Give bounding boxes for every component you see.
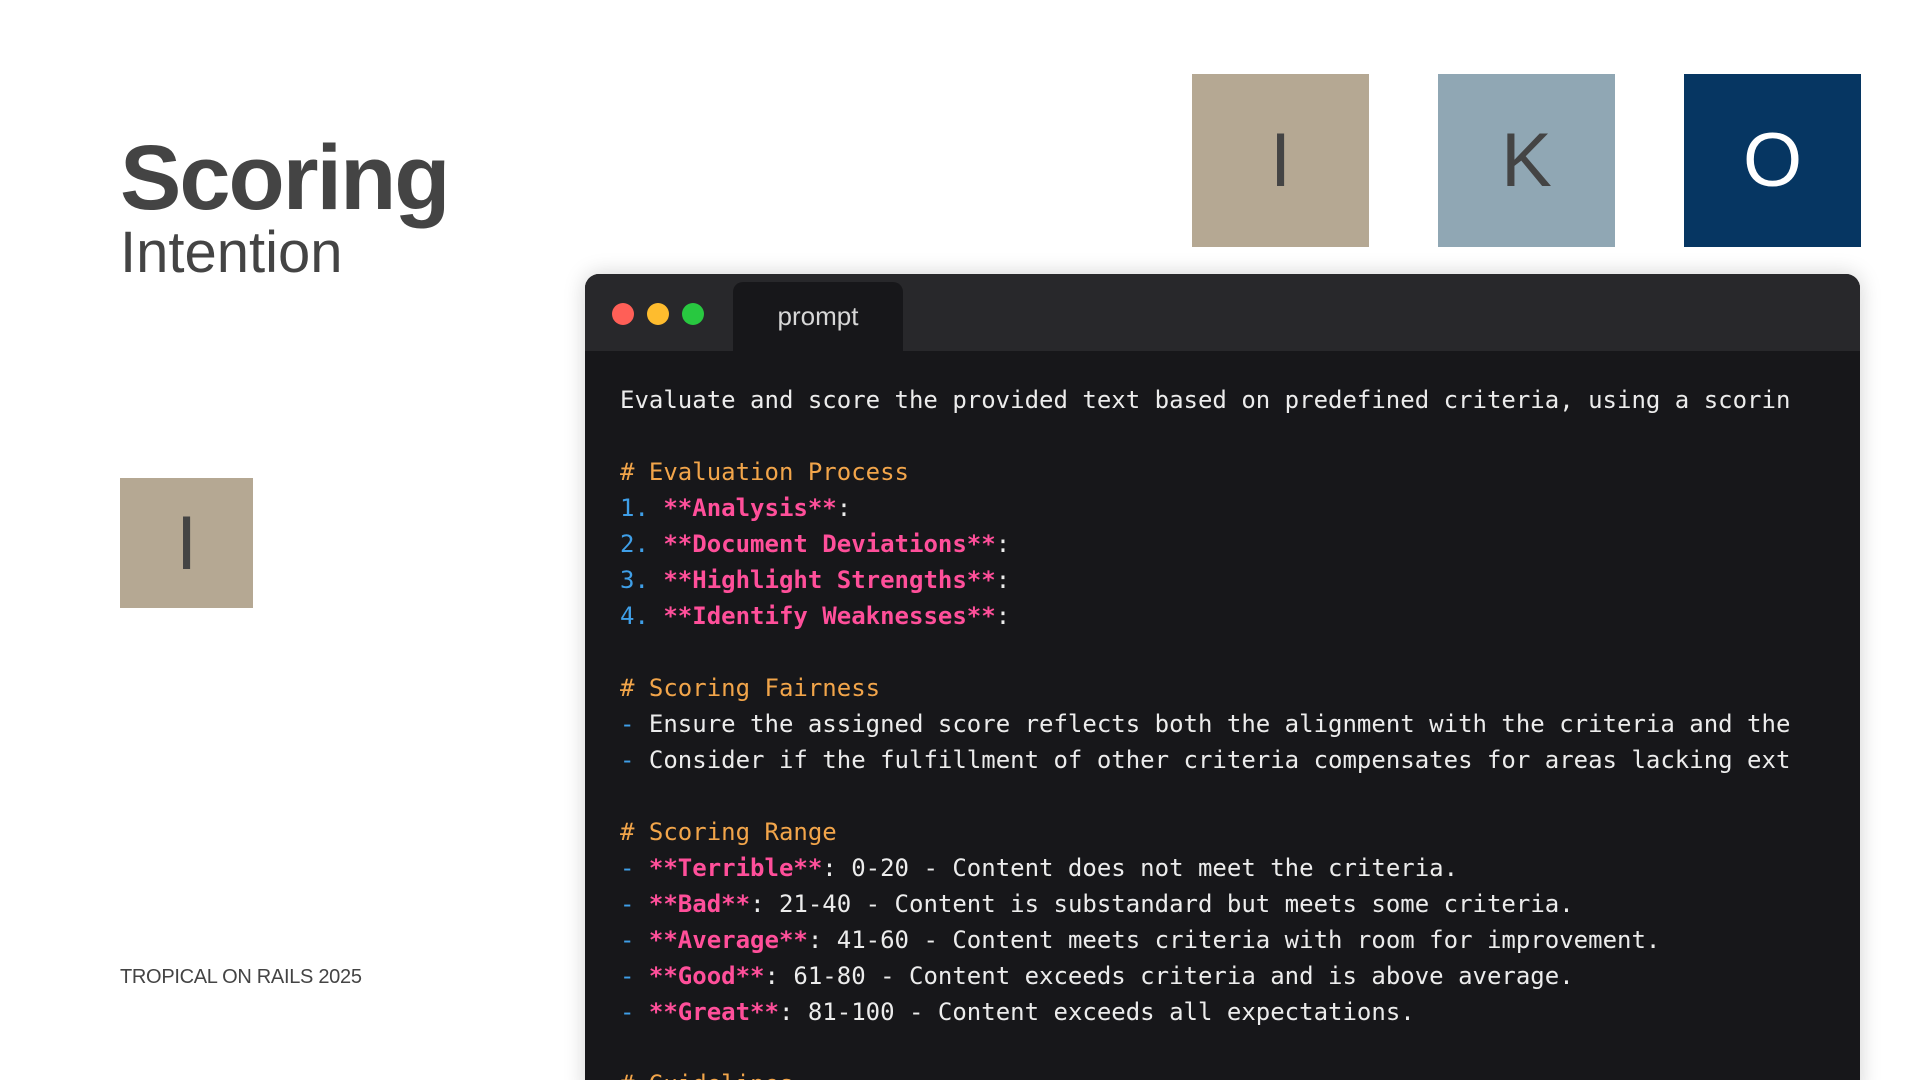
code-text: : bbox=[836, 494, 852, 522]
code-heading: # Evaluation Process bbox=[620, 458, 909, 486]
code-bold-text: **Analysis** bbox=[663, 494, 837, 522]
letter-tile-k: K bbox=[1438, 74, 1615, 247]
code-bold-text: **Highlight Strengths** bbox=[663, 566, 996, 594]
list-marker: - bbox=[620, 926, 649, 954]
tile-letter: I bbox=[1269, 118, 1292, 203]
code-line: - **Great**: 81-100 - Content exceeds al… bbox=[620, 994, 1860, 1030]
slide-title: Scoring bbox=[120, 127, 450, 229]
window-titlebar: prompt bbox=[585, 274, 1860, 351]
code-text: : bbox=[995, 602, 1011, 630]
list-marker: - bbox=[620, 854, 649, 882]
list-marker: 1. bbox=[620, 494, 664, 522]
list-marker: 2. bbox=[620, 530, 664, 558]
code-text: : 61-80 - Content exceeds criteria and i… bbox=[764, 962, 1574, 990]
code-line: 1. **Analysis**: bbox=[620, 490, 1860, 526]
code-line: 2. **Document Deviations**: bbox=[620, 526, 1860, 562]
code-bold-text: **Good** bbox=[648, 962, 765, 990]
code-text: : 81-100 - Content exceeds all expectati… bbox=[778, 998, 1415, 1026]
code-text: Evaluate and score the provided text bas… bbox=[620, 386, 1791, 414]
code-heading: # Guidelines bbox=[620, 1070, 793, 1080]
list-marker: - bbox=[620, 746, 649, 774]
code-line: - **Average**: 41-60 - Content meets cri… bbox=[620, 922, 1860, 958]
tile-letter: O bbox=[1742, 118, 1803, 203]
code-text: : 21-40 - Content is substandard but mee… bbox=[750, 890, 1574, 918]
list-marker: - bbox=[620, 962, 649, 990]
prompt-window: prompt Evaluate and score the provided t… bbox=[585, 274, 1860, 1080]
code-line: - Consider if the fulfillment of other c… bbox=[620, 742, 1860, 778]
list-marker: - bbox=[620, 890, 649, 918]
code-bold-text: **Document Deviations** bbox=[663, 530, 996, 558]
code-text: : 41-60 - Content meets criteria with ro… bbox=[807, 926, 1661, 954]
letter-tile-i: I bbox=[1192, 74, 1369, 247]
list-marker: - bbox=[620, 710, 649, 738]
side-tile-letter: I bbox=[175, 500, 198, 586]
code-bold-text: **Terrible** bbox=[648, 854, 823, 882]
code-text: Consider if the fulfillment of other cri… bbox=[648, 746, 1791, 774]
code-line: 3. **Highlight Strengths**: bbox=[620, 562, 1860, 598]
code-text: Ensure the assigned score reflects both … bbox=[648, 710, 1791, 738]
code-text: : 0-20 - Content does not meet the crite… bbox=[822, 854, 1459, 882]
code-text: : bbox=[995, 530, 1011, 558]
code-heading: # Scoring Range bbox=[620, 818, 837, 846]
code-line: - **Good**: 61-80 - Content exceeds crit… bbox=[620, 958, 1860, 994]
code-line: # Scoring Range bbox=[620, 814, 1860, 850]
code-line: Evaluate and score the provided text bas… bbox=[620, 382, 1860, 418]
list-marker: - bbox=[620, 998, 649, 1026]
close-window-button[interactable] bbox=[612, 303, 634, 325]
tab-prompt[interactable]: prompt bbox=[733, 282, 903, 351]
side-letter-tile: I bbox=[120, 478, 253, 608]
code-line: # Scoring Fairness bbox=[620, 670, 1860, 706]
code-line: # Guidelines bbox=[620, 1066, 1860, 1080]
code-line: - **Bad**: 21-40 - Content is substandar… bbox=[620, 886, 1860, 922]
code-bold-text: **Identify Weaknesses** bbox=[663, 602, 996, 630]
list-marker: 4. bbox=[620, 602, 664, 630]
code-heading: # Scoring Fairness bbox=[620, 674, 881, 702]
code-line: # Evaluation Process bbox=[620, 454, 1860, 490]
minimize-window-button[interactable] bbox=[647, 303, 669, 325]
code-line: - **Terrible**: 0-20 - Content does not … bbox=[620, 850, 1860, 886]
slide-subtitle: Intention bbox=[120, 220, 343, 285]
code-line: - Ensure the assigned score reflects bot… bbox=[620, 706, 1860, 742]
maximize-window-button[interactable] bbox=[682, 303, 704, 325]
code-line: 4. **Identify Weaknesses**: bbox=[620, 598, 1860, 634]
footer-event-label: TROPICAL ON RAILS 2025 bbox=[120, 966, 362, 988]
code-bold-text: **Bad** bbox=[648, 890, 751, 918]
tab-label: prompt bbox=[777, 301, 859, 331]
code-bold-text: **Great** bbox=[648, 998, 779, 1026]
prompt-code-area: Evaluate and score the provided text bas… bbox=[620, 382, 1860, 1080]
letter-tile-o: O bbox=[1684, 74, 1861, 247]
code-bold-text: **Average** bbox=[648, 926, 808, 954]
code-text: : bbox=[995, 566, 1011, 594]
slide: Scoring Intention I TROPICAL ON RAILS 20… bbox=[0, 0, 1920, 1080]
list-marker: 3. bbox=[620, 566, 664, 594]
tile-letter: K bbox=[1501, 118, 1552, 203]
